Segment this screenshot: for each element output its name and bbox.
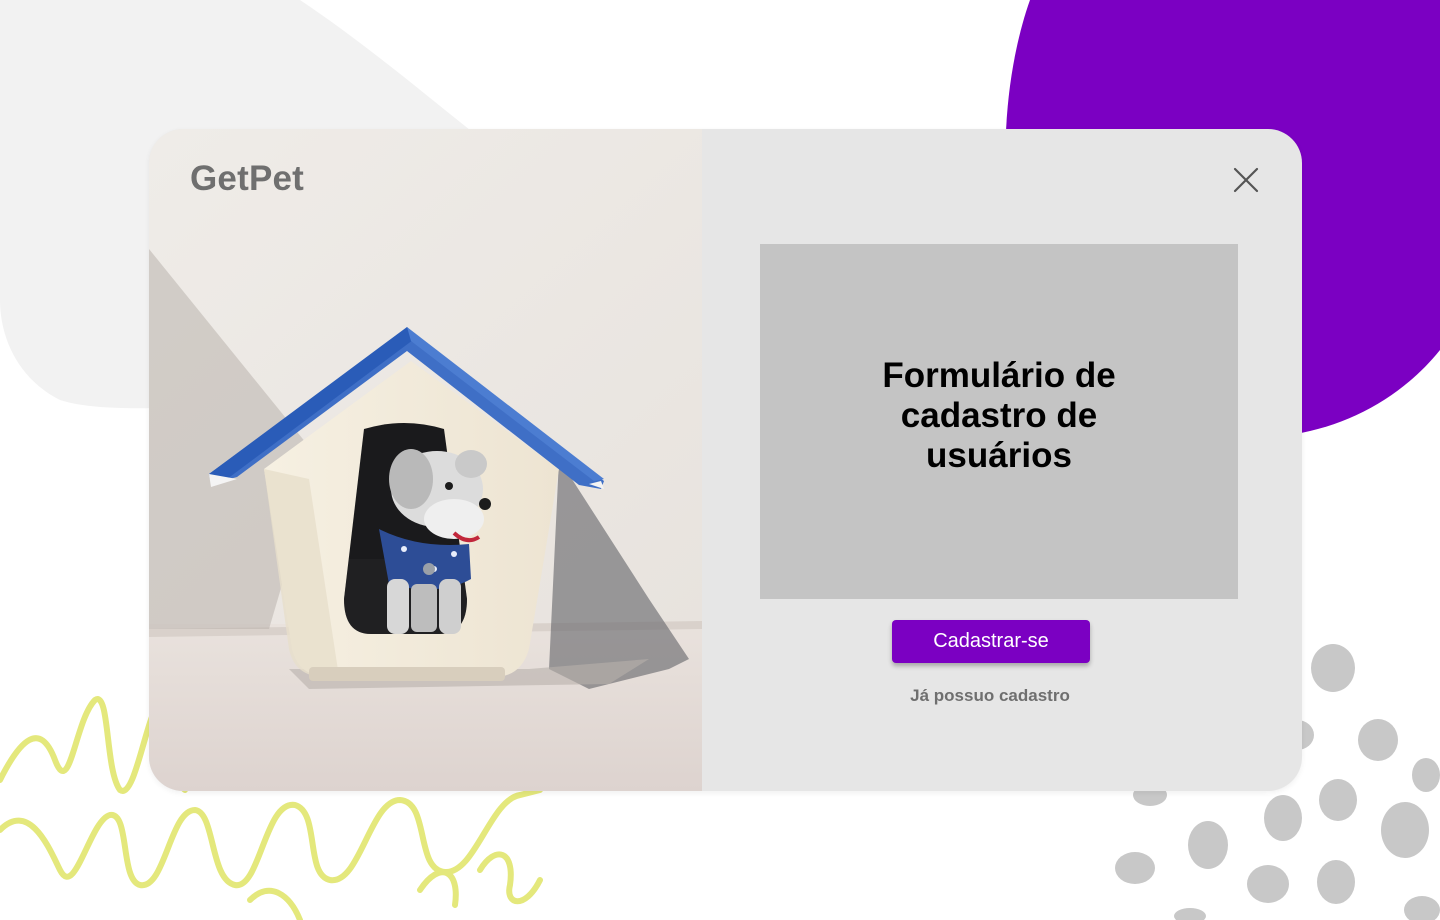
- close-button[interactable]: [1228, 162, 1264, 198]
- signup-button[interactable]: Cadastrar-se: [892, 620, 1090, 663]
- page-canvas: GetPet Formulário de cadastro de usuário…: [0, 0, 1440, 920]
- close-icon[interactable]: [1228, 162, 1264, 198]
- brand-logo: GetPet: [190, 159, 305, 198]
- signup-form-placeholder: Formulário de cadastro de usuários: [760, 244, 1238, 599]
- login-link[interactable]: Já possuo cadastro: [860, 686, 1120, 706]
- signup-modal: GetPet Formulário de cadastro de usuário…: [149, 129, 1302, 791]
- hero-image: GetPet: [149, 129, 702, 791]
- form-placeholder-text: Formulário de cadastro de usuários: [882, 355, 1116, 475]
